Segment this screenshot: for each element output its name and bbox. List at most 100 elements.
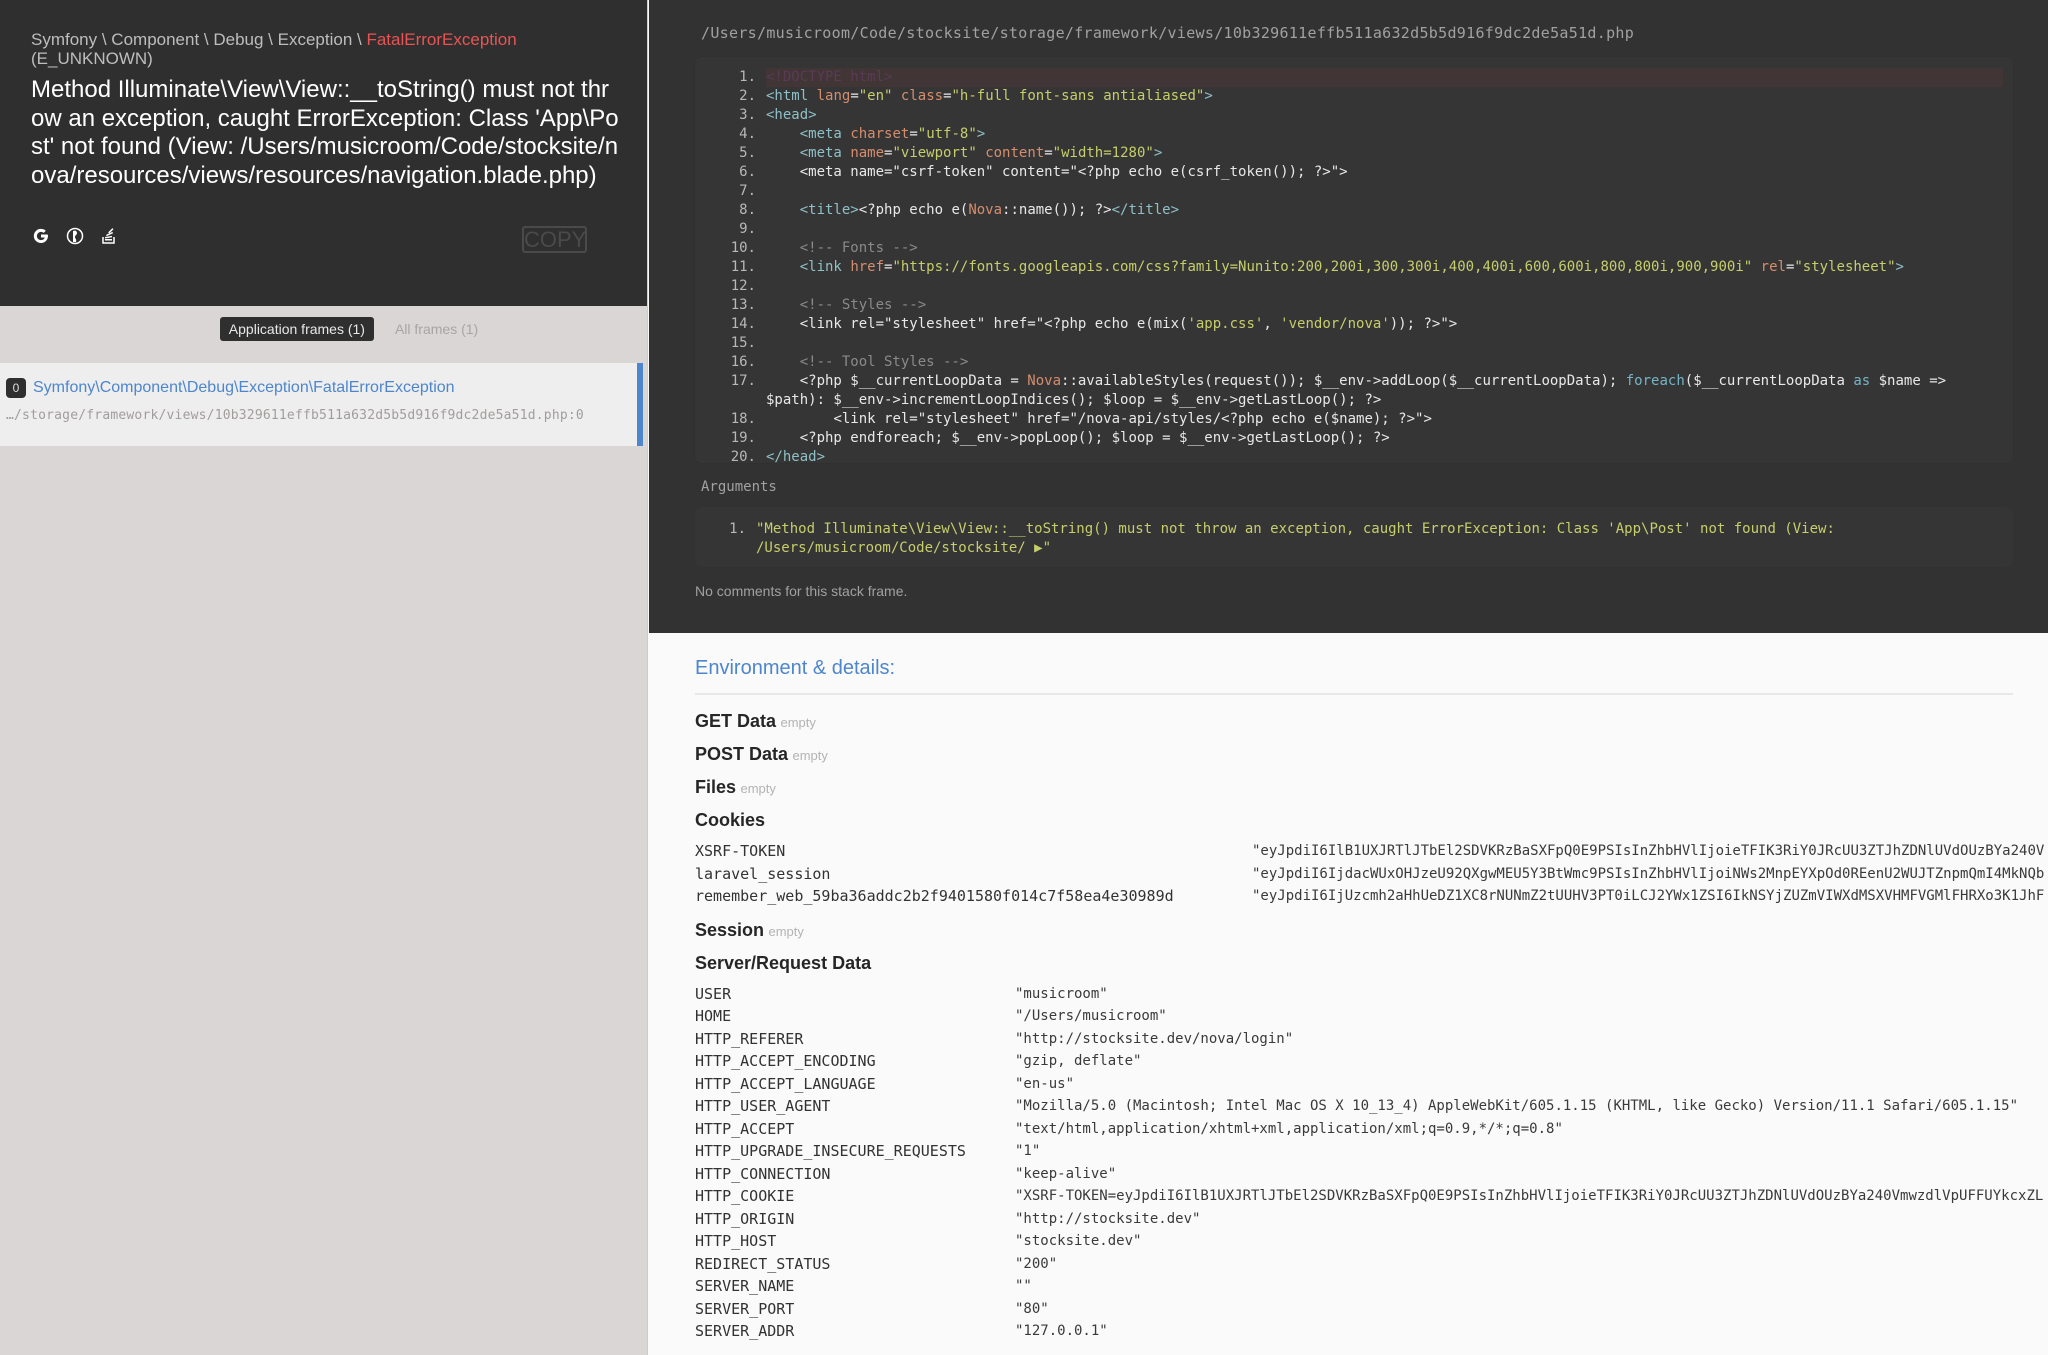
exception-message: Method Illuminate\View\View::__toString(…	[31, 76, 619, 189]
line-source: <meta charset="utf-8">	[799, 126, 986, 142]
line-source: <html lang="en" class="h-full font-sans …	[766, 88, 1213, 104]
section-files: Files empty	[695, 777, 2002, 798]
line-number: 7.	[739, 183, 756, 199]
line-number: 20.	[730, 449, 756, 465]
frame-index: 0	[6, 378, 26, 398]
kv-value: "gzip, deflate"	[1015, 1053, 1142, 1069]
kv-row: remember_web_59ba36addc2b2f9401580f014c7…	[695, 885, 2044, 908]
code-line: 9.	[695, 220, 2003, 239]
kv-value: "text/html,application/xhtml+xml,applica…	[1015, 1120, 1563, 1137]
no-comments-note: No comments for this stack frame.	[695, 583, 908, 599]
kv-row: HTTP_ACCEPT_ENCODING "gzip, deflate"	[695, 1050, 2002, 1073]
server-table: USER "musicroom" HOME "/Users/musicroom" HTT…	[695, 983, 2043, 1343]
kv-key: HTTP_ACCEPT_ENCODING	[695, 1052, 876, 1070]
kv-row: laravel_session "eyJpdiI6IjdacWUxOHJzeU92…	[695, 863, 2044, 886]
section-session: Session empty	[695, 920, 2002, 941]
copy-button[interactable]: COPY	[522, 226, 587, 253]
tab-all-frames[interactable]: All frames (1)	[386, 317, 487, 341]
argument-value[interactable]: "Method Illuminate\View\View::__toString…	[756, 520, 2013, 558]
line-number: 2.	[739, 88, 756, 104]
kv-key: SERVER_ADDR	[695, 1322, 795, 1340]
section-get-data: GET Data empty	[695, 711, 2002, 732]
argument-row: 1. "Method Illuminate\View\View::__toStr…	[695, 520, 2013, 558]
kv-key: HTTP_UPGRADE_INSECURE_REQUESTS	[695, 1142, 966, 1160]
kv-row: HTTP_ACCEPT_LANGUAGE "en-us"	[695, 1073, 2002, 1096]
line-source: <link rel="stylesheet" href="/nova-api/s…	[766, 411, 1432, 427]
section-title: GET Data	[695, 711, 777, 731]
kv-key: HTTP_ACCEPT_LANGUAGE	[695, 1074, 876, 1093]
kv-key: XSRF-TOKEN	[695, 842, 786, 860]
cookies-table: XSRF-TOKEN "eyJpdiI6IlB1UXJRTlJTbEl2SDVKR…	[695, 840, 2044, 908]
code-snippet: 1. <!DOCTYPE html> 2. <html lang="en" class…	[695, 57, 2013, 465]
code-line: 16. <!-- Tool Styles -->	[695, 353, 2003, 372]
kv-row: USER "musicroom"	[695, 983, 2002, 1006]
kv-value: "musicroom"	[1015, 985, 1108, 1002]
kv-row: HTTP_HOST "stocksite.dev"	[695, 1230, 2002, 1253]
kv-value: "http://stocksite.dev/nova/login"	[1015, 1030, 1294, 1047]
code-line: 20. </head>	[695, 448, 2003, 467]
code-line: 14. <link rel="stylesheet" href="<?php e…	[695, 315, 2003, 334]
kv-row: REDIRECT_STATUS "200"	[695, 1253, 2002, 1276]
argument-number: 1.	[729, 521, 746, 537]
code-line: 15.	[695, 334, 2003, 353]
line-number: 1.	[739, 69, 756, 85]
kv-row: HTTP_ACCEPT "text/html,application/xhtml+…	[695, 1118, 2002, 1141]
code-line: 3. <head>	[695, 106, 2003, 125]
kv-value: "200"	[1015, 1255, 1058, 1272]
kv-key: SERVER_PORT	[695, 1299, 795, 1318]
code-line: 18. <link rel="stylesheet" href="/nova-a…	[695, 410, 2003, 429]
section-server-request: Server/Request Data USER "musicroom" HOME "…	[695, 953, 2043, 1343]
code-line: 12.	[695, 277, 2003, 296]
line-number: 17.	[730, 373, 756, 389]
kv-key: HTTP_USER_AGENT	[695, 1097, 831, 1115]
google-icon[interactable]	[31, 226, 51, 246]
line-source: <!-- Tool Styles -->	[766, 354, 969, 370]
exception-code: (E_UNKNOWN)	[31, 49, 153, 68]
line-number: 10.	[730, 240, 756, 256]
code-line: 8. <title><?php echo e(Nova::name()); ?>…	[695, 201, 2003, 220]
section-cookies: Cookies XSRF-TOKEN "eyJpdiI6IlB1UXJRTlJTb…	[695, 810, 2044, 908]
kv-value: "Mozilla/5.0 (Macintosh; Intel Mac OS X …	[1015, 1098, 2019, 1114]
kv-row: HTTP_UPGRADE_INSECURE_REQUESTS "1"	[695, 1140, 2002, 1163]
section-title: Files	[695, 777, 737, 797]
code-area: /Users/musicroom/Code/stocksite/storage/…	[649, 0, 2048, 633]
section-title: POST Data	[695, 744, 789, 764]
kv-key: HTTP_ORIGIN	[695, 1209, 795, 1228]
line-number: 8.	[739, 202, 756, 218]
kv-value: "XSRF-TOKEN=eyJpdiI6IlB1UXJRTlJTbEl2SDVK…	[1015, 1188, 2044, 1204]
arguments-label: Arguments	[701, 479, 777, 495]
exception-class-short: FatalErrorException	[366, 30, 517, 49]
empty-label: empty	[740, 781, 776, 796]
kv-value: "eyJpdiI6IjUzcmh2aHhUeDZ1XC8rNUNmZ2tUUHV…	[1252, 888, 2045, 904]
kv-row: XSRF-TOKEN "eyJpdiI6IlB1UXJRTlJTbEl2SDVKR…	[695, 840, 2044, 863]
line-number: 19.	[730, 430, 756, 446]
line-source	[766, 182, 2003, 201]
line-number: 9.	[739, 221, 756, 237]
tab-application-frames[interactable]: Application frames (1)	[219, 317, 374, 341]
line-number: 3.	[739, 107, 756, 123]
section-post-data: POST Data empty	[695, 744, 2002, 765]
line-source: <?php endforeach; $__env->popLoop(); $lo…	[766, 430, 1390, 446]
kv-value: "en-us"	[1015, 1075, 1075, 1092]
kv-value: "eyJpdiI6IjdacWUxOHJzeU92QXgwMEU5Y3BtWmc…	[1252, 865, 2045, 882]
kv-row: HTTP_CONNECTION "keep-alive"	[695, 1163, 2002, 1186]
kv-key: SERVER_NAME	[695, 1277, 795, 1295]
kv-value: "eyJpdiI6IlB1UXJRTlJTbEl2SDVKRzBaSXFpQ0E…	[1252, 843, 2045, 859]
line-source: </head>	[766, 449, 826, 465]
stackoverflow-icon[interactable]	[99, 226, 119, 246]
line-source: <!DOCTYPE html>	[766, 68, 2003, 87]
stack-frame[interactable]: 0 Symfony\Component\Debug\Exception\Fata…	[0, 363, 643, 446]
kv-row: SERVER_NAME ""	[695, 1275, 2002, 1298]
line-source: <head>	[766, 107, 817, 123]
duckduckgo-icon[interactable]	[65, 226, 85, 246]
exception-class: Symfony \ Component \ Debug \ Exception …	[31, 30, 616, 50]
kv-row: HTTP_ORIGIN "http://stocksite.dev"	[695, 1208, 2002, 1231]
line-number: 13.	[730, 297, 756, 313]
line-number: 12.	[730, 278, 756, 294]
line-number: 6.	[739, 164, 756, 180]
empty-label: empty	[780, 715, 816, 730]
kv-key: HTTP_COOKIE	[695, 1187, 795, 1205]
kv-value: ""	[1015, 1278, 1032, 1294]
code-line: 17. <?php $__currentLoopData = Nova::ava…	[695, 372, 2003, 410]
kv-key: HTTP_CONNECTION	[695, 1164, 831, 1183]
